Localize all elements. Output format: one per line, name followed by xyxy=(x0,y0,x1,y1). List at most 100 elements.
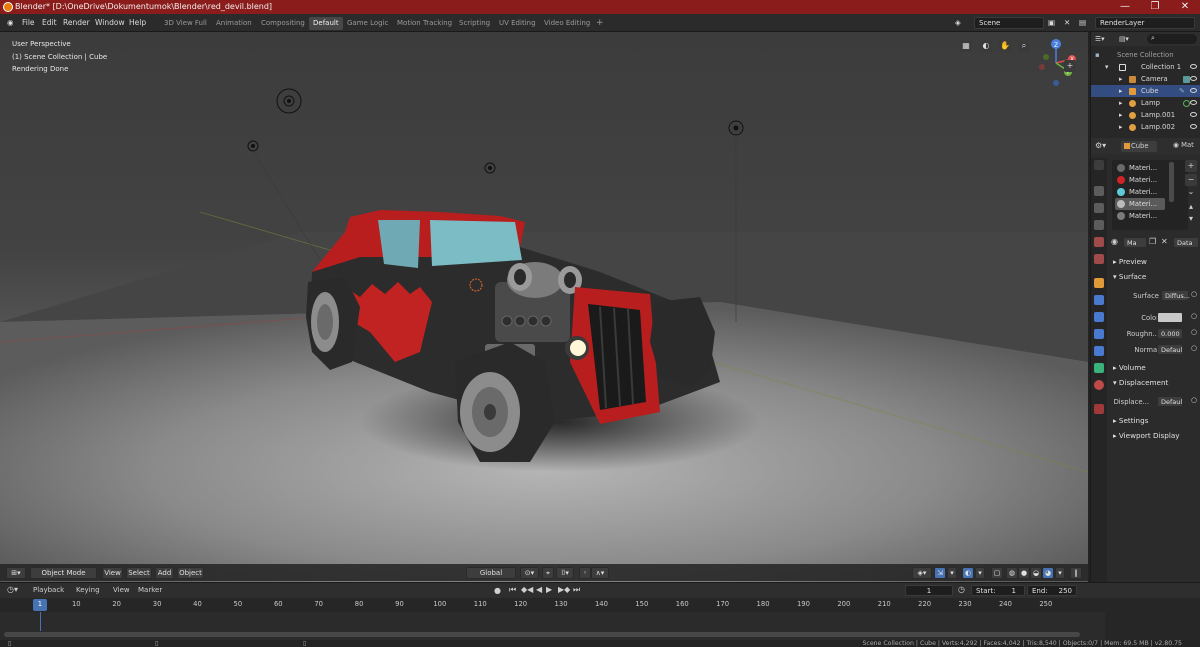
minimize-button[interactable]: — xyxy=(1110,0,1140,14)
menu-render[interactable]: Render xyxy=(63,17,90,29)
world-tab-icon[interactable] xyxy=(1094,254,1104,264)
timeline-horizontal-scrollbar[interactable] xyxy=(4,632,1080,637)
render-layer-selector[interactable]: RenderLayer xyxy=(1095,17,1195,29)
pause-render-icon[interactable]: ‖ xyxy=(1070,567,1082,579)
object-tab-icon[interactable] xyxy=(1094,278,1104,288)
menu-edit[interactable]: Edit xyxy=(42,17,57,29)
material-shading-icon[interactable]: ◒ xyxy=(1030,567,1042,579)
toggle-xray-icon[interactable]: ▢ xyxy=(991,567,1003,579)
material-slot-selected[interactable]: Materi... xyxy=(1115,198,1165,210)
texture-tab-icon[interactable] xyxy=(1094,404,1104,414)
physics-tab-icon[interactable] xyxy=(1094,329,1104,339)
tab-animation[interactable]: Animation xyxy=(216,17,252,30)
section-preview[interactable]: ▸ Preview xyxy=(1109,255,1200,269)
normal-socket-icon[interactable]: ○ xyxy=(1191,344,1197,352)
tab-motion-tracking[interactable]: Motion Tracking xyxy=(397,17,452,30)
play-icon[interactable]: ▶ xyxy=(546,585,552,594)
displacement-field[interactable]: Defaul xyxy=(1157,396,1183,407)
menu-window[interactable]: Window xyxy=(95,17,125,29)
color-swatch[interactable] xyxy=(1157,312,1183,323)
menu-file[interactable]: File xyxy=(22,17,35,29)
timeline-frame-ruler[interactable]: 1 10 20 30 40 50 60 70 80 90 100 110 120 130 140 150 160… xyxy=(0,598,1105,612)
add-menu[interactable]: Add xyxy=(155,567,174,579)
eye-icon[interactable] xyxy=(1190,76,1197,81)
view-layer-tab-icon[interactable] xyxy=(1094,220,1104,230)
show-overlays-icon[interactable]: ⇲ xyxy=(934,567,946,579)
camera-view-icon[interactable]: ◐ xyxy=(980,40,992,52)
current-frame-field[interactable]: 1 xyxy=(905,585,953,596)
particles-tab-icon[interactable] xyxy=(1094,312,1104,322)
expand-arrow-icon[interactable]: ▸ xyxy=(1119,121,1122,133)
start-frame-field[interactable]: Start: 1 xyxy=(971,585,1025,596)
preview-range-clock-icon[interactable]: ◷ xyxy=(958,585,965,594)
close-button[interactable]: ✕ xyxy=(1170,0,1200,14)
blender-menu-icon[interactable]: ◉ xyxy=(7,17,17,29)
shading-dropdown-icon[interactable]: ▾ xyxy=(1055,567,1065,579)
outliner-root[interactable]: ▪ Scene Collection xyxy=(1091,49,1200,61)
expand-arrow-icon[interactable]: ▸ xyxy=(1119,73,1122,85)
material-specials-chevron-icon[interactable]: ⌄ xyxy=(1185,186,1197,198)
eye-icon[interactable] xyxy=(1190,64,1197,69)
overlays-dropdown-icon[interactable]: ▾ xyxy=(947,567,957,579)
remove-material-slot-button[interactable]: − xyxy=(1185,174,1197,186)
expand-arrow-icon[interactable]: ▸ xyxy=(1119,97,1122,109)
navigation-gizmo[interactable]: Z X Y xyxy=(1034,37,1084,89)
xray-dropdown-icon[interactable]: ▾ xyxy=(975,567,985,579)
link-data-dropdown[interactable]: Data xyxy=(1173,237,1199,248)
tab-compositing[interactable]: Compositing xyxy=(261,17,305,30)
3d-viewport[interactable]: User Perspective (1) Scene Collection | … xyxy=(0,32,1088,582)
unlink-material-icon[interactable]: ✕ xyxy=(1161,237,1171,246)
color-socket-icon[interactable]: ○ xyxy=(1191,312,1197,320)
editor-type-icon[interactable]: ⊞▾ xyxy=(6,567,26,579)
surface-socket-icon[interactable]: ○ xyxy=(1191,290,1197,298)
roughness-field[interactable]: 0.000 xyxy=(1157,328,1183,339)
tab-scripting[interactable]: Scripting xyxy=(459,17,490,30)
material-breadcrumb[interactable]: ◉ Mat xyxy=(1173,141,1194,149)
material-slot[interactable]: Materi... xyxy=(1115,162,1165,174)
jump-prev-keyframe-icon[interactable]: ◆◀ xyxy=(521,585,533,594)
marker-menu[interactable]: Marker xyxy=(138,586,162,594)
move-slot-down-icon[interactable]: ▾ xyxy=(1185,213,1197,225)
viewport-plus-icon[interactable]: + xyxy=(1064,60,1076,72)
move-slot-up-icon[interactable]: ▴ xyxy=(1185,201,1197,213)
pivot-point-icon[interactable]: ⊙▾ xyxy=(520,567,539,579)
scene-browse-icon[interactable]: ▣ xyxy=(1048,17,1058,29)
section-volume[interactable]: ▸ Volume xyxy=(1109,361,1200,375)
tab-video-editing[interactable]: Video Editing xyxy=(544,17,590,30)
normal-field[interactable]: Defaul xyxy=(1157,344,1183,355)
constraints-tab-icon[interactable] xyxy=(1094,346,1104,356)
display-mode-icon[interactable]: ▤▾ xyxy=(1119,33,1129,45)
outliner-item-cube[interactable]: ▸ Cube ✎ xyxy=(1091,85,1200,97)
end-frame-field[interactable]: End: 250 xyxy=(1027,585,1077,596)
menu-help[interactable]: Help xyxy=(129,17,146,29)
object-mode-dropdown[interactable]: Object Mode xyxy=(30,567,97,579)
scene-remove-icon[interactable]: ✕ xyxy=(1064,17,1074,29)
tool-tab-icon[interactable] xyxy=(1094,160,1104,170)
jump-end-icon[interactable]: ⏭ xyxy=(573,585,580,595)
eye-icon[interactable] xyxy=(1190,112,1197,117)
material-tab-icon[interactable] xyxy=(1094,380,1104,390)
jump-next-keyframe-icon[interactable]: ▶◆ xyxy=(558,585,570,594)
add-material-slot-button[interactable]: + xyxy=(1185,160,1197,172)
maximize-button[interactable]: ❐ xyxy=(1140,0,1170,14)
section-viewport-display[interactable]: ▸ Viewport Display xyxy=(1109,429,1200,443)
tab-3d-view-full[interactable]: 3D View Full xyxy=(164,17,207,30)
timeline-view-menu[interactable]: View xyxy=(113,586,130,594)
tab-uv-editing[interactable]: UV Editing xyxy=(499,17,536,30)
object-menu[interactable]: Object xyxy=(177,567,204,579)
modifier-tab-icon[interactable] xyxy=(1094,295,1104,305)
section-settings[interactable]: ▸ Settings xyxy=(1109,414,1200,428)
tab-game-logic[interactable]: Game Logic xyxy=(347,17,388,30)
scene-tab-icon[interactable] xyxy=(1094,237,1104,247)
expand-arrow-icon[interactable]: ▸ xyxy=(1119,85,1122,97)
falloff-icon[interactable]: ∧▾ xyxy=(591,567,609,579)
expand-arrow-icon[interactable]: ▾ xyxy=(1105,61,1108,73)
duplicate-material-icon[interactable]: ❐ xyxy=(1149,237,1161,246)
section-displacement[interactable]: ▾ Displacement xyxy=(1109,376,1200,390)
render-tab-icon[interactable] xyxy=(1094,186,1104,196)
displacement-socket-icon[interactable]: ○ xyxy=(1191,396,1197,404)
view-menu[interactable]: View xyxy=(102,567,123,579)
record-keyframe-icon[interactable]: ● xyxy=(494,586,501,595)
play-reverse-icon[interactable]: ◀ xyxy=(536,585,542,594)
material-list-scrollbar[interactable] xyxy=(1169,162,1174,202)
